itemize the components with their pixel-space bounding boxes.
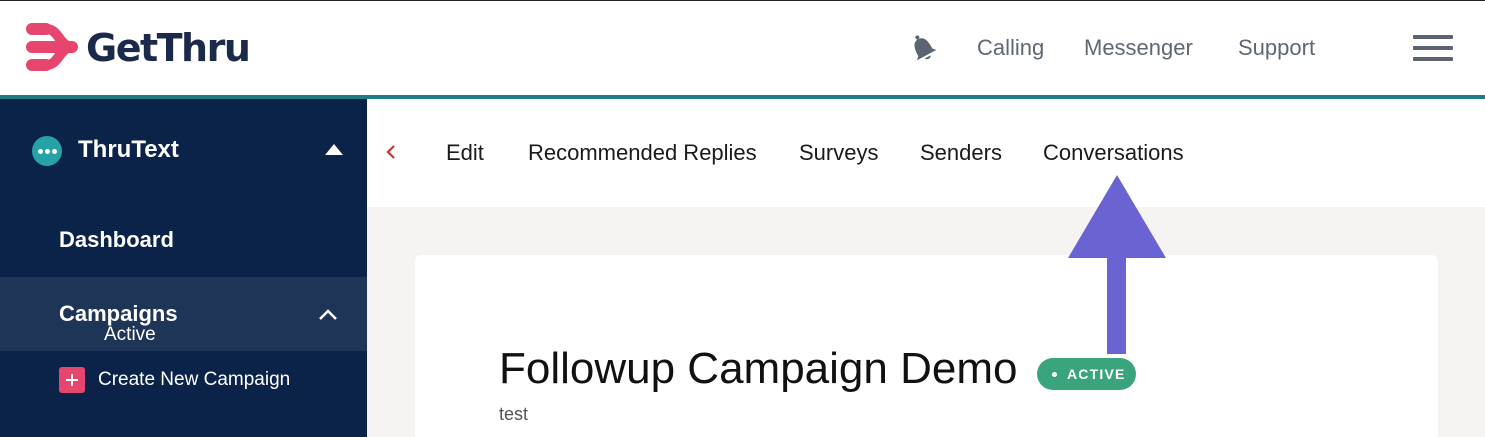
getthru-logo-icon — [26, 23, 78, 71]
tab-surveys[interactable]: Surveys — [799, 140, 878, 166]
hamburger-menu-icon[interactable] — [1413, 35, 1453, 61]
annotation-arrow-icon — [1068, 175, 1166, 354]
status-badge-label: ACTIVE — [1067, 366, 1126, 382]
status-badge: ACTIVE — [1037, 358, 1136, 390]
sidebar-item-dashboard[interactable]: Dashboard — [0, 201, 367, 277]
top-header: GetThru Calling Messenger Support — [0, 0, 1485, 95]
bell-icon[interactable] — [906, 31, 940, 70]
campaign-title: Followup Campaign Demo — [499, 344, 1018, 393]
nav-support[interactable]: Support — [1238, 35, 1315, 61]
nav-messenger[interactable]: Messenger — [1084, 35, 1193, 61]
getthru-logo[interactable]: GetThru — [24, 21, 251, 75]
chevron-up-icon — [319, 309, 337, 320]
tab-conversations[interactable]: Conversations — [1043, 140, 1184, 166]
chevron-left-icon[interactable] — [385, 144, 397, 160]
sidebar-item-label: Create New Campaign — [98, 369, 291, 390]
plus-icon — [59, 367, 85, 393]
sidebar-product-label: ThruText — [78, 136, 179, 163]
tab-recommended-replies[interactable]: Recommended Replies — [528, 140, 757, 166]
sidebar-item-create-new-campaign[interactable]: Create New Campaign — [0, 351, 367, 407]
logo-wordmark: GetThru — [86, 26, 251, 70]
status-dot-icon — [1052, 372, 1057, 377]
sidebar-product-switcher[interactable]: ThruText — [0, 99, 367, 201]
caret-up-icon — [325, 144, 343, 155]
sidebar-item-active[interactable]: Active — [104, 324, 156, 346]
sidebar-item-label: Dashboard — [59, 227, 174, 252]
tab-senders[interactable]: Senders — [920, 140, 1002, 166]
tab-edit[interactable]: Edit — [446, 140, 484, 166]
campaign-subtitle: test — [499, 404, 529, 424]
thrutext-icon — [32, 136, 62, 166]
nav-calling[interactable]: Calling — [977, 35, 1044, 61]
sidebar-item-campaigns[interactable]: Campaigns — [0, 277, 367, 351]
sidebar: ThruText Dashboard Campaigns Create New … — [0, 99, 367, 437]
